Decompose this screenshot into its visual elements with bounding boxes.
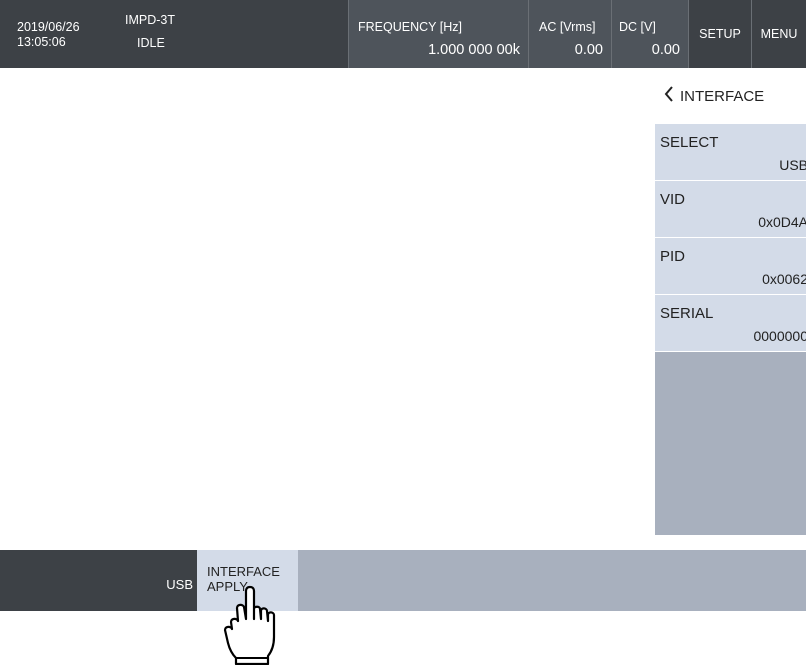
setup-button[interactable]: SETUP xyxy=(689,0,751,68)
dc-label: DC [V] xyxy=(619,20,656,34)
vid-value: 0x0D4A xyxy=(758,214,806,230)
interface-indicator: USB xyxy=(0,550,197,611)
hand-pointer-icon xyxy=(223,585,276,665)
panel-header[interactable]: INTERFACE xyxy=(655,68,806,124)
chevron-left-icon[interactable] xyxy=(664,85,674,107)
datetime: 2019/06/26 13:05:06 xyxy=(17,0,80,68)
serial-label: SERIAL xyxy=(660,305,714,322)
dc-display[interactable]: DC [V] 0.00 xyxy=(612,0,688,68)
select-value: USB xyxy=(779,157,806,173)
pid-label: PID xyxy=(660,248,686,265)
select-label: SELECT xyxy=(660,134,719,151)
setting-row-pid[interactable]: PID 0x0062 xyxy=(655,238,806,295)
pid-value: 0x0062 xyxy=(762,271,806,287)
model-text: IMPD-3T xyxy=(125,13,175,27)
setting-row-serial[interactable]: SERIAL 0000000 xyxy=(655,295,806,352)
frequency-label: FREQUENCY [Hz] xyxy=(358,20,462,34)
frequency-display[interactable]: FREQUENCY [Hz] 1.000 000 00k xyxy=(349,0,528,68)
status-bar: 2019/06/26 13:05:06 IMPD-3T IDLE FREQUEN… xyxy=(0,0,806,68)
apply-line1: INTERFACE xyxy=(207,564,280,579)
ac-label: AC [Vrms] xyxy=(539,20,596,34)
serial-value: 0000000 xyxy=(753,328,806,344)
ac-display[interactable]: AC [Vrms] 0.00 xyxy=(529,0,611,68)
interface-panel: INTERFACE SELECT USB VID 0x0D4A PID 0x00… xyxy=(655,68,806,535)
setting-row-select[interactable]: SELECT USB xyxy=(655,124,806,181)
vid-label: VID xyxy=(660,191,686,208)
menu-button[interactable]: MENU xyxy=(752,0,806,68)
ac-value: 0.00 xyxy=(574,42,603,58)
panel-title: INTERFACE xyxy=(680,87,765,105)
date-text: 2019/06/26 xyxy=(17,20,80,34)
frequency-value: 1.000 000 00k xyxy=(428,42,520,58)
model-status: IMPD-3T IDLE xyxy=(125,0,245,68)
interface-value: USB xyxy=(166,577,193,592)
softkey-bar: USB INTERFACE APPLY xyxy=(0,550,806,611)
time-text: 13:05:06 xyxy=(17,35,66,49)
state-text: IDLE xyxy=(137,36,165,50)
setting-row-vid[interactable]: VID 0x0D4A xyxy=(655,181,806,238)
dc-value: 0.00 xyxy=(651,42,680,58)
